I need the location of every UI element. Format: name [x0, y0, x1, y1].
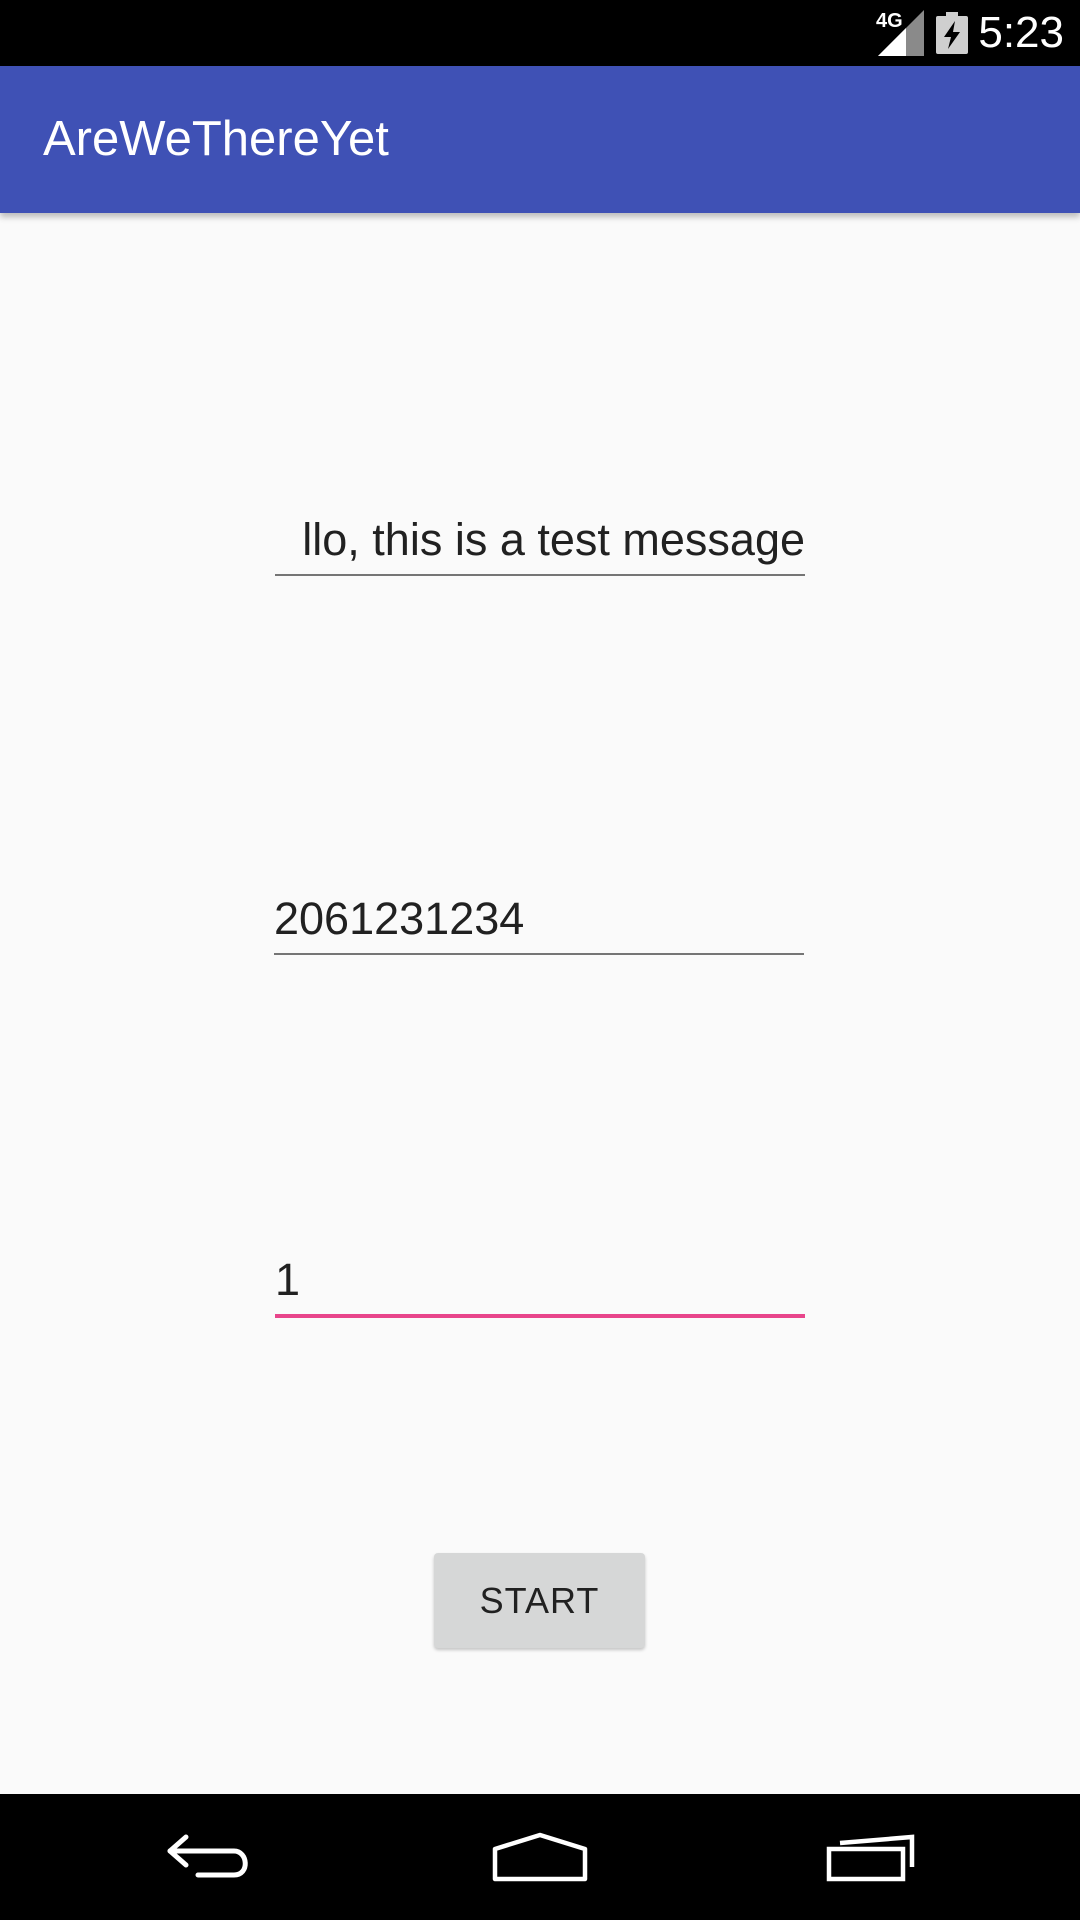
message-input[interactable]: llo, this is a test message: [275, 504, 805, 576]
back-icon: [167, 1834, 248, 1878]
home-button[interactable]: [460, 1794, 620, 1920]
home-icon: [492, 1832, 588, 1882]
interval-input-value: 1: [275, 1254, 301, 1305]
app-bar: AreWeThereYet: [0, 66, 1080, 213]
battery-charging-icon: [936, 12, 968, 54]
navigation-bar: [0, 1794, 1080, 1920]
status-time: 5:23: [978, 8, 1064, 57]
message-input-value: llo, this is a test message: [302, 514, 805, 565]
status-bar: 4G 5:23: [0, 0, 1080, 66]
interval-input[interactable]: 1: [275, 1244, 805, 1318]
screen: 4G 5:23 AreWeThereYet llo, this is a tes…: [0, 0, 1080, 1920]
recents-button[interactable]: [792, 1794, 952, 1920]
app-title: AreWeThereYet: [43, 112, 389, 166]
recents-icon: [826, 1834, 915, 1882]
network-type-label: 4G: [876, 10, 903, 32]
start-button[interactable]: START: [434, 1553, 645, 1648]
phone-number-input[interactable]: 2061231234: [274, 883, 804, 955]
back-button[interactable]: [130, 1794, 290, 1920]
phone-number-input-value: 2061231234: [274, 893, 525, 944]
